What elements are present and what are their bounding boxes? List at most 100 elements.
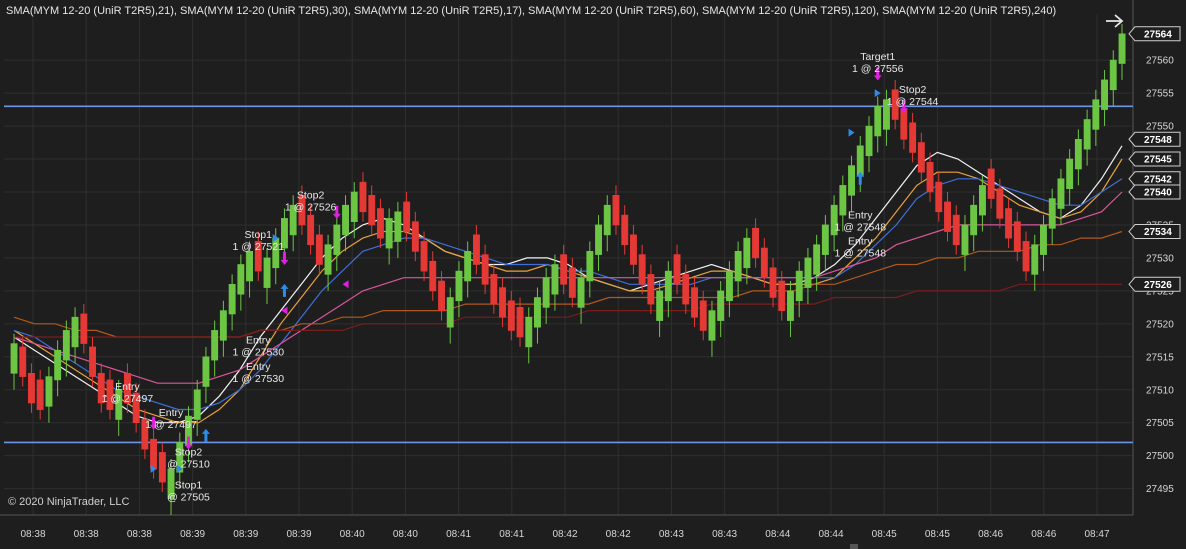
candle (682, 274, 690, 305)
price-chart[interactable]: Entry 1 @ 27497Entry 1 @ 27497Stop2 @ 27510… (0, 0, 1186, 549)
candle (1022, 241, 1030, 272)
price-tick-label: 27530 (1146, 253, 1174, 264)
candle (1083, 119, 1091, 150)
candle (1109, 59, 1117, 91)
annotation-line: @ 27510 (167, 459, 210, 471)
candle (699, 300, 707, 331)
candle (586, 251, 594, 282)
candle (429, 260, 437, 292)
annotation-line: Entry (246, 335, 271, 347)
candle (490, 274, 498, 305)
candle (333, 224, 341, 255)
candle (36, 379, 44, 410)
candle (839, 185, 847, 216)
candle (987, 168, 995, 199)
candle (673, 254, 681, 285)
time-tick-label: 08:38 (127, 529, 152, 540)
candle (1005, 208, 1013, 239)
candle (19, 346, 27, 377)
candle (228, 283, 236, 315)
candle (778, 280, 786, 312)
candle (54, 349, 62, 381)
candle (734, 251, 742, 282)
candle (403, 201, 411, 232)
candle (80, 313, 88, 344)
price-flag-label: 27548 (1144, 135, 1172, 146)
candle (865, 125, 873, 157)
time-tick-label: 08:38 (20, 529, 45, 540)
candle (150, 438, 157, 470)
annotation-line: Entry (848, 236, 873, 248)
candle (717, 290, 725, 321)
candle (193, 389, 201, 420)
candle (760, 247, 768, 279)
candle (1092, 99, 1100, 130)
candle (376, 208, 384, 239)
candle (769, 267, 777, 298)
time-tick-label: 08:39 (233, 529, 258, 540)
annotation-line: Entry (848, 209, 873, 221)
price-flag-label: 27564 (1144, 29, 1172, 40)
candle (359, 181, 367, 213)
candle (621, 214, 629, 246)
candle (342, 204, 349, 236)
candle (917, 142, 925, 173)
price-tick-label: 27555 (1146, 89, 1174, 100)
candle (158, 452, 166, 483)
annotation-line: Entry (159, 407, 184, 419)
candle (1013, 221, 1021, 252)
time-tick-label: 08:39 (180, 529, 205, 540)
candle (795, 270, 803, 302)
candle (1066, 158, 1074, 190)
candle (324, 244, 332, 275)
candle (420, 241, 428, 272)
annotation-line: 1 @ 27548 (835, 221, 887, 233)
time-tick-label: 08:40 (340, 529, 365, 540)
candle (551, 264, 559, 295)
annotation-line: Target1 (860, 51, 895, 63)
candle (219, 310, 227, 341)
time-tick-label: 08:40 (393, 529, 418, 540)
candle (10, 343, 18, 374)
candle (656, 290, 664, 321)
candle (211, 330, 219, 361)
candle (978, 185, 986, 216)
time-tick-label: 08:39 (286, 529, 311, 540)
candle (464, 251, 472, 282)
candle (708, 310, 716, 341)
candle (368, 195, 376, 226)
candle (603, 204, 611, 236)
candle (926, 162, 934, 193)
candle (499, 287, 506, 318)
candle (481, 254, 489, 285)
candle (1101, 79, 1109, 110)
annotation-line: @ 27505 (167, 492, 210, 504)
candle (595, 224, 603, 255)
price-flag-label: 27534 (1144, 227, 1172, 238)
price-tick-label: 27500 (1146, 451, 1174, 462)
time-tick-label: 08:43 (712, 529, 737, 540)
candle (743, 237, 751, 269)
annotation-line: Entry (115, 381, 140, 393)
time-tick-label: 08:45 (872, 529, 897, 540)
candle (970, 204, 978, 236)
price-tick-label: 27510 (1146, 385, 1174, 396)
candle (804, 257, 812, 288)
candle (1057, 178, 1065, 209)
indicator-legend: SMA(MYM 12-20 (UniR T2R5),21), SMA(MYM 1… (6, 5, 1057, 17)
annotation-line: 1 @ 27548 (835, 248, 887, 260)
candle (638, 254, 646, 285)
candle (612, 195, 620, 226)
price-tick-label: 27495 (1146, 484, 1174, 495)
candle (89, 346, 97, 377)
candle (725, 270, 733, 302)
candle (944, 201, 952, 232)
time-tick-label: 08:42 (606, 529, 631, 540)
candle (350, 191, 358, 223)
candle (71, 316, 79, 348)
candle (909, 122, 917, 153)
candle (874, 106, 882, 137)
candle (577, 277, 585, 308)
candle (315, 234, 323, 265)
candle (647, 274, 655, 305)
